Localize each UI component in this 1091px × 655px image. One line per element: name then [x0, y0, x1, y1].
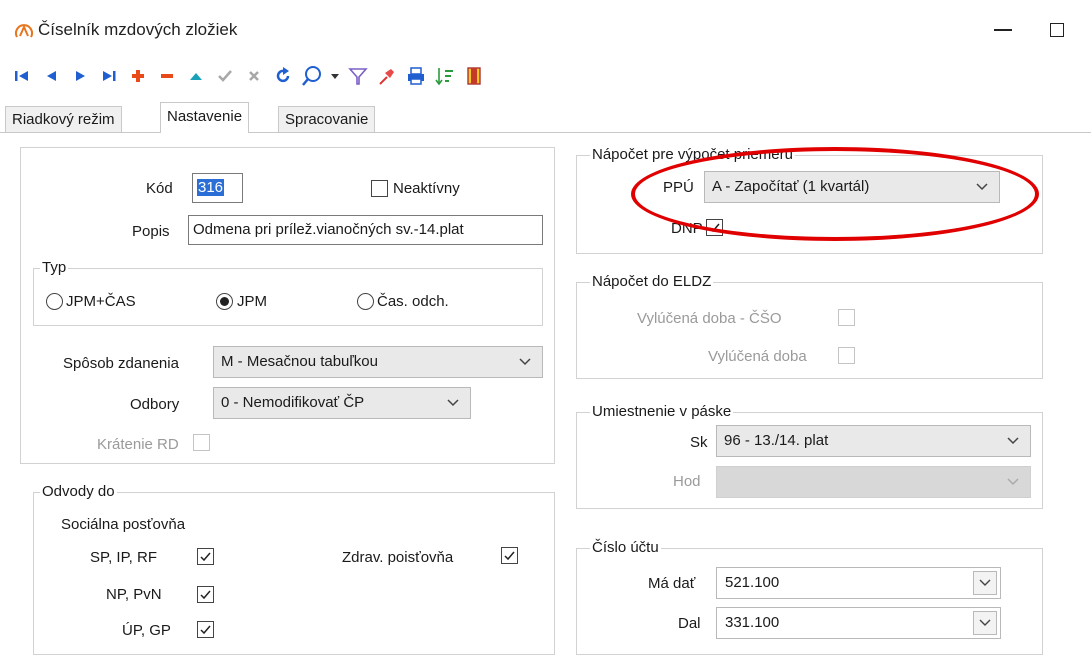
- typ-label-cas-odch: Čas. odch.: [377, 293, 449, 310]
- up-gp-checkbox[interactable]: [197, 621, 214, 638]
- ma-dat-input[interactable]: 521.100: [716, 567, 1001, 599]
- typ-legend: Typ: [40, 259, 69, 276]
- hod-select[interactable]: [716, 466, 1031, 498]
- confirm-icon[interactable]: [213, 64, 237, 88]
- ma-dat-value: 521.100: [725, 574, 780, 591]
- ppu-value: A - Započítať (1 kvartál): [712, 178, 870, 195]
- chevron-down-icon: [519, 358, 531, 366]
- vylucena-doba-cso-label: Vylúčená doba - ČŠO: [637, 310, 782, 327]
- first-record-icon[interactable]: [10, 64, 34, 88]
- zdrav-label: Zdrav. poisťovňa: [342, 549, 454, 566]
- minimize-button[interactable]: [986, 14, 1020, 46]
- toolbar: [10, 63, 491, 89]
- typ-radio-jpm-cas[interactable]: [46, 293, 63, 310]
- kratenie-checkbox[interactable]: [193, 434, 210, 451]
- sort-icon[interactable]: [433, 64, 457, 88]
- vylucena-doba-cso-checkbox[interactable]: [838, 309, 855, 326]
- last-record-icon[interactable]: [97, 64, 121, 88]
- chevron-down-icon: [979, 579, 991, 586]
- ppu-select[interactable]: A - Započítať (1 kvartál): [704, 171, 1000, 203]
- chevron-down-icon: [447, 399, 459, 407]
- print-icon[interactable]: [404, 64, 428, 88]
- tab-spracovanie[interactable]: Spracovanie: [278, 106, 376, 132]
- next-record-icon[interactable]: [68, 64, 92, 88]
- kratenie-label: Krátenie RD: [97, 436, 179, 453]
- ma-dat-label: Má dať: [648, 575, 696, 592]
- sp-ip-rf-label: SP, IP, RF: [90, 549, 157, 566]
- dnp-checkbox[interactable]: [706, 219, 723, 236]
- typ-label-jpm: JPM: [237, 293, 267, 310]
- dal-value: 331.100: [725, 614, 780, 631]
- previous-record-icon[interactable]: [39, 64, 63, 88]
- cislo-uctu-legend: Číslo účtu: [590, 539, 661, 556]
- filter-icon[interactable]: [346, 64, 370, 88]
- vylucena-doba-checkbox[interactable]: [838, 347, 855, 364]
- app-logo-icon: [14, 20, 34, 40]
- chevron-down-icon: [1007, 478, 1019, 486]
- up-gp-label: ÚP, GP: [122, 622, 171, 639]
- zdanenie-label: Spôsob zdanenia: [63, 355, 179, 372]
- odbory-value: 0 - Nemodifikovať ČP: [221, 394, 365, 411]
- napocet-priemer-legend: Nápočet pre výpočet priemeru: [590, 146, 795, 163]
- maximize-button[interactable]: [1040, 14, 1074, 46]
- odbory-select[interactable]: 0 - Nemodifikovať ČP: [213, 387, 471, 419]
- napocet-eldz-group: [576, 282, 1043, 379]
- ma-dat-dropdown-button[interactable]: [973, 571, 997, 595]
- dal-input[interactable]: 331.100: [716, 607, 1001, 639]
- sp-ip-rf-checkbox[interactable]: [197, 548, 214, 565]
- socialna-label: Sociálna posťovňa: [61, 516, 186, 533]
- add-icon[interactable]: [126, 64, 150, 88]
- typ-label-jpm-cas: JPM+ČAS: [66, 293, 136, 310]
- dal-dropdown-button[interactable]: [973, 611, 997, 635]
- window-title: Číselník mzdových zložiek: [38, 20, 238, 39]
- sk-label: Sk: [690, 434, 708, 451]
- vylucena-doba-label: Vylúčená doba: [708, 348, 807, 365]
- kod-value: 316: [197, 179, 225, 196]
- neaktivny-label: Neaktívny: [393, 180, 460, 197]
- move-up-icon[interactable]: [184, 64, 208, 88]
- kod-label: Kód: [146, 180, 173, 197]
- cancel-icon[interactable]: [242, 64, 266, 88]
- chevron-down-icon: [976, 183, 988, 191]
- pin-icon[interactable]: [375, 64, 399, 88]
- title-bar: Číselník mzdových zložiek: [0, 0, 1091, 60]
- typ-radio-jpm[interactable]: [216, 293, 233, 310]
- refresh-icon[interactable]: [271, 64, 295, 88]
- delete-icon[interactable]: [155, 64, 179, 88]
- napocet-eldz-legend: Nápočet do ELDZ: [590, 273, 714, 290]
- zdanenie-value: M - Mesačnou tabuľkou: [221, 353, 378, 370]
- zdanenie-select[interactable]: M - Mesačnou tabuľkou: [213, 346, 543, 378]
- tab-nastavenie[interactable]: Nastavenie: [160, 102, 250, 133]
- zdrav-checkbox[interactable]: [501, 547, 518, 564]
- chevron-down-icon: [1007, 437, 1019, 445]
- dnp-label: DNP: [671, 220, 703, 237]
- odbory-label: Odbory: [130, 396, 180, 413]
- exit-icon[interactable]: [462, 64, 486, 88]
- tab-riadkovy-rezim[interactable]: Riadkový režim: [5, 106, 122, 132]
- ppu-label: PPÚ: [663, 179, 694, 196]
- minimize-icon: [994, 29, 1012, 31]
- typ-radio-cas-odch[interactable]: [357, 293, 374, 310]
- maximize-icon: [1050, 23, 1064, 37]
- search-dropdown-icon[interactable]: [329, 64, 341, 88]
- dal-label: Dal: [678, 615, 701, 632]
- hod-label: Hod: [673, 473, 701, 490]
- np-pvn-label: NP, PvN: [106, 586, 162, 603]
- neaktivny-checkbox[interactable]: [371, 180, 388, 197]
- napocet-priemer-group: [576, 155, 1043, 254]
- umiestnenie-legend: Umiestnenie v páske: [590, 403, 734, 420]
- sk-select[interactable]: 96 - 13./14. plat: [716, 425, 1031, 457]
- popis-label: Popis: [132, 223, 170, 240]
- odvody-legend: Odvody do: [40, 483, 117, 500]
- sk-value: 96 - 13./14. plat: [724, 432, 829, 449]
- search-icon[interactable]: [300, 64, 324, 88]
- chevron-down-icon: [979, 619, 991, 626]
- np-pvn-checkbox[interactable]: [197, 586, 214, 603]
- kod-input[interactable]: 316: [192, 173, 243, 203]
- popis-input[interactable]: Odmena pri prílež.vianočných sv.-14.plat: [188, 215, 543, 245]
